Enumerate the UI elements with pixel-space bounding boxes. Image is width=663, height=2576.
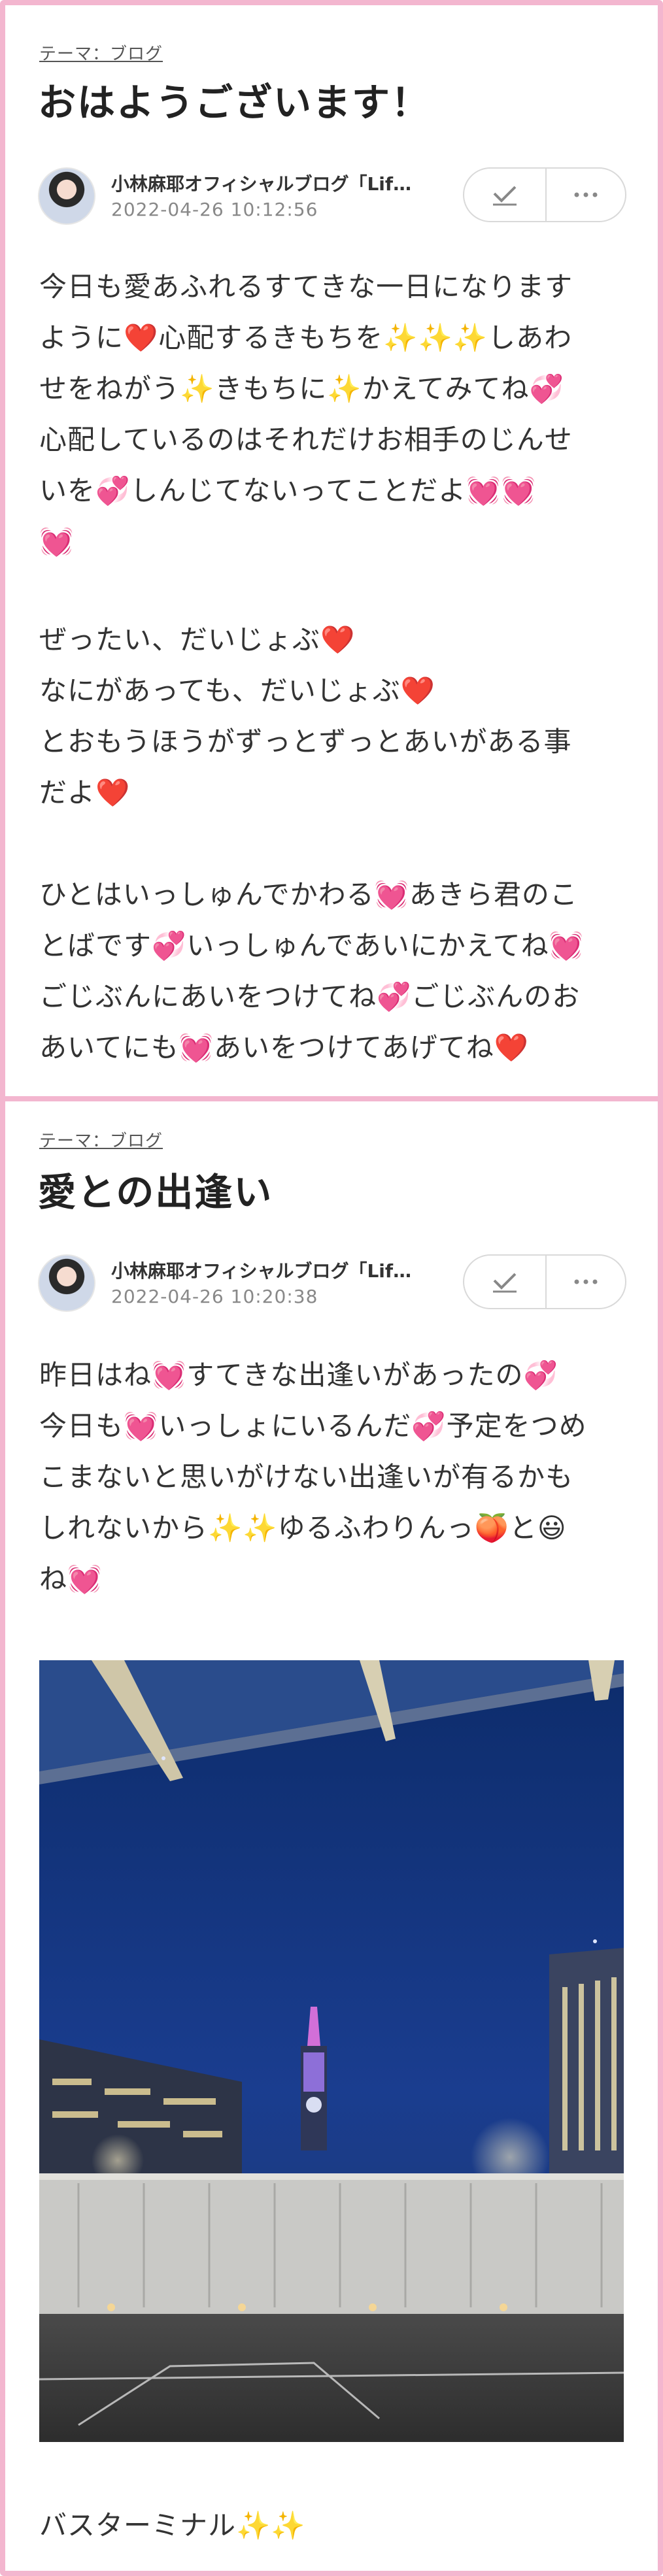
- author-name[interactable]: 小林麻耶オフィシャルブログ「Lif…: [111, 1257, 411, 1283]
- text-line: ように❤️心配するきもちを✨✨✨しあわ: [39, 322, 573, 354]
- post-title: 愛との出逢い: [38, 1170, 273, 1214]
- check-button[interactable]: [464, 1256, 547, 1308]
- check-button[interactable]: [464, 169, 547, 221]
- text-line: 昨日はね💓すてきな出逢いがあったの💞: [39, 1359, 558, 1391]
- post-paragraph: 今日も愛あふれるすてきな一日になります ように❤️心配するきもちを✨✨✨しあわ …: [39, 261, 628, 567]
- text-line: なにがあっても、だいじょぶ❤️: [39, 675, 435, 707]
- more-icon: [574, 192, 598, 197]
- text-line: 今日も💓いっしょにいるんだ💞予定をつめ: [39, 1410, 587, 1442]
- text-line: 心配しているのはそれだけお相手のじんせ: [39, 424, 573, 456]
- text-line: ごじぶんにあいをつけてね💞ごじぶんのお: [39, 980, 581, 1012]
- text-line: こまないと思いがけない出逢いが有るかも: [39, 1461, 574, 1493]
- text-line: とばです💞いっしゅんであいにかえてね💓: [39, 929, 584, 962]
- text-line: とおもうほうがずっとずっとあいがある事: [39, 726, 572, 758]
- post-actions: [463, 167, 626, 222]
- avatar[interactable]: [38, 167, 95, 225]
- more-button[interactable]: [545, 169, 626, 221]
- text-line: ぜったい、だいじょぶ❤️: [39, 624, 356, 656]
- text-line: ひとはいっしゅんでかわる💓あきら君のこ: [39, 878, 578, 911]
- blog-post-2: テーマ：ブログ 愛との出逢い 小林麻耶オフィシャルブログ「Lif… 2022-0…: [0, 1101, 663, 2576]
- blog-post-1: テーマ：ブログ おはようございます！ 小林麻耶オフィシャルブログ「Lif… 20…: [0, 0, 663, 1096]
- text-line: せをねがう✨きもちに✨かえてみてね💞: [39, 373, 564, 405]
- post-actions: [463, 1254, 626, 1309]
- text-line: ね💓: [39, 1563, 103, 1595]
- post-date: 2022-04-26 10:12:56: [111, 199, 318, 220]
- check-icon: [493, 1273, 517, 1293]
- text-line: いを💞しんじてないってことだよ💓💓: [39, 475, 536, 507]
- avatar[interactable]: [38, 1254, 95, 1312]
- author-row: 小林麻耶オフィシャルブログ「Lif… 2022-04-26 10:20:38: [38, 1252, 626, 1312]
- theme-link[interactable]: テーマ：ブログ: [39, 41, 163, 65]
- post-title: おはようございます！: [38, 80, 431, 125]
- text-line: あいてにも💓あいをつけてあげてね❤️: [39, 1031, 530, 1063]
- text-line: 💓: [39, 526, 75, 558]
- author-row: 小林麻耶オフィシャルブログ「Lif… 2022-04-26 10:12:56: [38, 165, 626, 225]
- text-line: だよ❤️: [39, 777, 131, 809]
- check-icon: [493, 186, 517, 206]
- post-paragraph: ひとはいっしゅんでかわる💓あきら君のこ とばです💞いっしゅんであいにかえてね💓 …: [39, 869, 628, 1073]
- photo-image: [39, 1660, 624, 2442]
- night-city-photo[interactable]: [39, 1660, 624, 2442]
- post-divider: [0, 1096, 663, 1101]
- text-line: 今日も愛あふれるすてきな一日になります: [39, 271, 573, 303]
- author-name[interactable]: 小林麻耶オフィシャルブログ「Lif…: [111, 170, 411, 196]
- text-line: しれないから✨✨ゆるふわりんっ🍑と😃: [39, 1512, 567, 1544]
- more-button[interactable]: [545, 1256, 626, 1308]
- photo-caption: バスターミナル✨✨: [39, 2509, 306, 2541]
- theme-link[interactable]: テーマ：ブログ: [39, 1128, 163, 1152]
- post-date: 2022-04-26 10:20:38: [111, 1286, 318, 1307]
- more-icon: [574, 1279, 598, 1284]
- post-paragraph: ぜったい、だいじょぶ❤️ なにがあっても、だいじょぶ❤️ とおもうほうがずっとず…: [39, 614, 628, 818]
- post-paragraph: 昨日はね💓すてきな出逢いがあったの💞 今日も💓いっしょにいるんだ💞予定をつめ こ…: [39, 1350, 628, 1605]
